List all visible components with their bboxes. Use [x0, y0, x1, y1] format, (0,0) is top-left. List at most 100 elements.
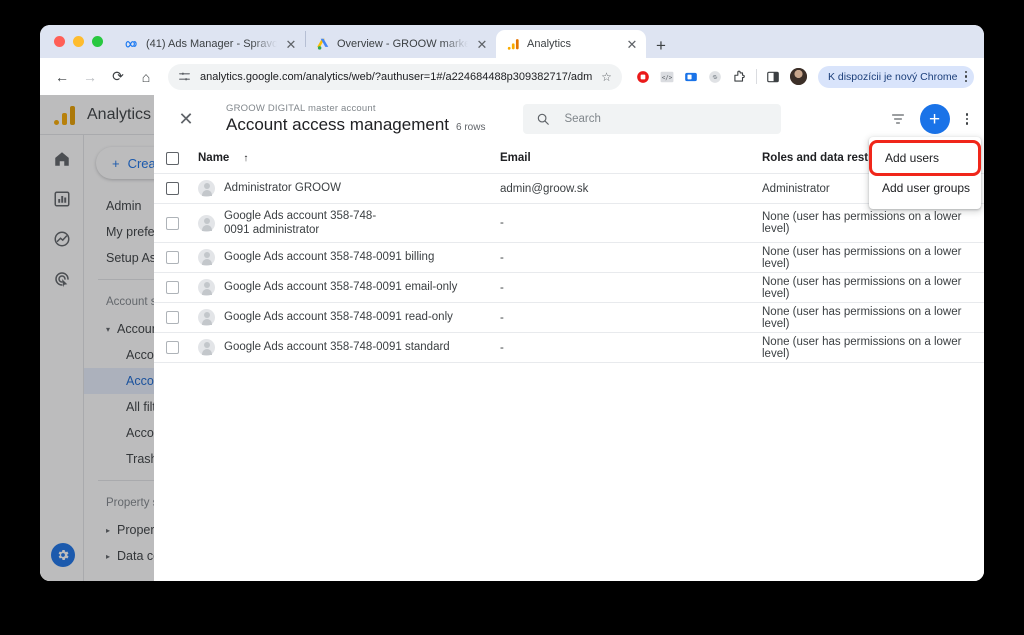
row-email-cell: - — [500, 251, 504, 264]
chrome-menu-icon[interactable] — [963, 70, 970, 83]
bluebadge-icon[interactable] — [684, 69, 699, 84]
row-name-cell: Google Ads account 358-748-0091 read-onl… — [198, 309, 500, 326]
close-tab-button[interactable]: ✕ — [284, 38, 298, 51]
row-name-label: Google Ads account 358-748-0091 email-on… — [224, 281, 458, 294]
search-placeholder: Search — [564, 113, 601, 125]
close-icon[interactable]: ✕ — [172, 109, 200, 130]
row-checkbox[interactable] — [166, 281, 198, 294]
access-table: Name ↑ Email Roles and data restrictions… — [154, 143, 984, 363]
row-name-cell: Administrator GROOW — [198, 180, 500, 197]
table-row[interactable]: Administrator GROOW admin@groow.sk Admin… — [154, 174, 984, 204]
row-roles-cell: None (user has permissions on a lower le… — [762, 275, 962, 300]
chrome-update-button[interactable]: K dispozícii je nový Chrome — [817, 65, 974, 88]
filter-icon[interactable] — [890, 111, 906, 127]
dialog-titles: GROOW DIGITAL master account Account acc… — [226, 103, 485, 135]
row-email-cell: admin@groow.sk — [500, 182, 589, 195]
add-user-button[interactable]: + — [919, 104, 950, 134]
column-header-name[interactable]: Name ↑ — [198, 152, 500, 164]
bookmark-star-icon[interactable]: ☆ — [601, 70, 612, 84]
row-checkbox[interactable] — [166, 341, 198, 354]
row-name-cell: Google Ads account 358-748-0091 administ… — [198, 209, 500, 238]
new-tab-button[interactable]: + — [656, 37, 666, 54]
column-header-email[interactable]: Email — [500, 152, 762, 164]
browser-tab-ads-manager[interactable]: (41) Ads Manager - Spravova ✕ — [115, 30, 305, 58]
meta-icon — [125, 37, 139, 51]
record-icon[interactable] — [636, 69, 651, 84]
browser-window: (41) Ads Manager - Spravova ✕ Overview -… — [40, 25, 984, 581]
page-title: Account access management 6 rows — [226, 115, 485, 135]
address-bar[interactable]: analytics.google.com/analytics/web/?auth… — [168, 63, 622, 90]
menu-item-add-users[interactable]: Add users — [869, 140, 981, 176]
select-all-checkbox[interactable] — [166, 151, 198, 165]
row-roles-cell: None (user has permissions on a lower le… — [762, 335, 962, 360]
google-analytics-icon — [506, 37, 520, 51]
add-menu: Add users Add user groups — [869, 137, 981, 209]
close-tab-button[interactable]: ✕ — [475, 38, 489, 51]
browser-tab-analytics[interactable]: Analytics ✕ — [496, 30, 646, 58]
row-name-label: Google Ads account 358-748-0091 standard — [224, 341, 450, 354]
row-name-cell: Google Ads account 358-748-0091 email-on… — [198, 279, 500, 296]
tab-title: (41) Ads Manager - Spravova — [146, 38, 277, 50]
site-settings-icon[interactable] — [178, 70, 191, 83]
row-roles-cell: None (user has permissions on a lower le… — [762, 245, 962, 270]
row-email-cell: - — [500, 311, 504, 324]
close-window-button[interactable] — [54, 36, 65, 47]
dialog-title-text: Account access management — [226, 115, 450, 134]
table-row[interactable]: Google Ads account 358-748-0091 standard… — [154, 333, 984, 363]
puzzle-icon[interactable] — [732, 69, 747, 84]
browser-tab-overview[interactable]: Overview - GROOW marketin ✕ — [306, 30, 496, 58]
search-input[interactable]: Search — [523, 104, 782, 134]
row-name-cell: Google Ads account 358-748-0091 billing — [198, 249, 500, 266]
extensions-area: </> — [632, 68, 807, 85]
account-access-management-dialog: ✕ GROOW DIGITAL master account Account a… — [154, 95, 984, 581]
row-name-label: Google Ads account 358-748-0091 read-onl… — [224, 311, 453, 324]
row-checkbox[interactable] — [166, 251, 198, 264]
forward-button[interactable]: → — [78, 65, 102, 89]
table-row[interactable]: Google Ads account 358-748-0091 administ… — [154, 204, 984, 243]
row-name-label: Google Ads account 358-748-0091 billing — [224, 251, 435, 264]
dialog-actions: + — [890, 104, 971, 134]
more-vert-icon[interactable] — [964, 113, 971, 125]
row-email-cell: - — [500, 281, 504, 294]
row-roles-cell: None (user has permissions on a lower le… — [762, 305, 962, 330]
tab-strip: (41) Ads Manager - Spravova ✕ Overview -… — [40, 25, 984, 58]
row-email-cell: - — [500, 217, 504, 229]
table-row[interactable]: Google Ads account 358-748-0091 billing … — [154, 243, 984, 273]
code-icon[interactable]: </> — [660, 69, 675, 84]
profile-avatar[interactable] — [789, 68, 807, 85]
row-name-cell: Google Ads account 358-748-0091 standard — [198, 339, 500, 356]
chrome-update-label: K dispozícii je nový Chrome — [827, 70, 958, 83]
reload-button[interactable]: ⟳ — [106, 65, 130, 89]
browser-toolbar: ← → ⟳ ⌂ analytics.google.com/analytics/w… — [40, 58, 984, 95]
svg-text:</>: </> — [662, 75, 673, 81]
column-header-name-label: Name — [198, 152, 230, 164]
row-checkbox[interactable] — [166, 182, 198, 195]
sidepanel-icon[interactable] — [766, 69, 781, 84]
back-button[interactable]: ← — [50, 65, 74, 89]
sort-ascending-icon: ↑ — [243, 152, 249, 164]
row-checkbox[interactable] — [166, 311, 198, 324]
google-ads-icon — [316, 37, 330, 51]
avatar — [198, 339, 215, 356]
tab-title: Overview - GROOW marketin — [337, 38, 468, 50]
avatar — [198, 214, 215, 232]
avatar — [198, 249, 215, 266]
row-name-label: Administrator GROOW — [224, 182, 341, 195]
close-tab-button[interactable]: ✕ — [625, 38, 639, 51]
avatar — [198, 309, 215, 326]
dialog-subtitle: GROOW DIGITAL master account — [226, 103, 376, 114]
avatar — [198, 180, 215, 197]
tab-title: Analytics — [527, 38, 572, 50]
minimize-window-button[interactable] — [73, 36, 84, 47]
row-email-cell: - — [500, 341, 504, 354]
toolbar-divider — [755, 69, 757, 84]
table-row[interactable]: Google Ads account 358-748-0091 email-on… — [154, 273, 984, 303]
link-icon[interactable] — [708, 69, 723, 84]
row-checkbox[interactable] — [166, 216, 198, 230]
table-row[interactable]: Google Ads account 358-748-0091 read-onl… — [154, 303, 984, 333]
page-content: Analytics + Create Admin My preferen Set… — [40, 95, 984, 581]
maximize-window-button[interactable] — [92, 36, 103, 47]
home-button[interactable]: ⌂ — [134, 65, 158, 89]
menu-item-add-user-groups[interactable]: Add user groups — [869, 173, 981, 203]
url-text: analytics.google.com/analytics/web/?auth… — [200, 70, 593, 83]
